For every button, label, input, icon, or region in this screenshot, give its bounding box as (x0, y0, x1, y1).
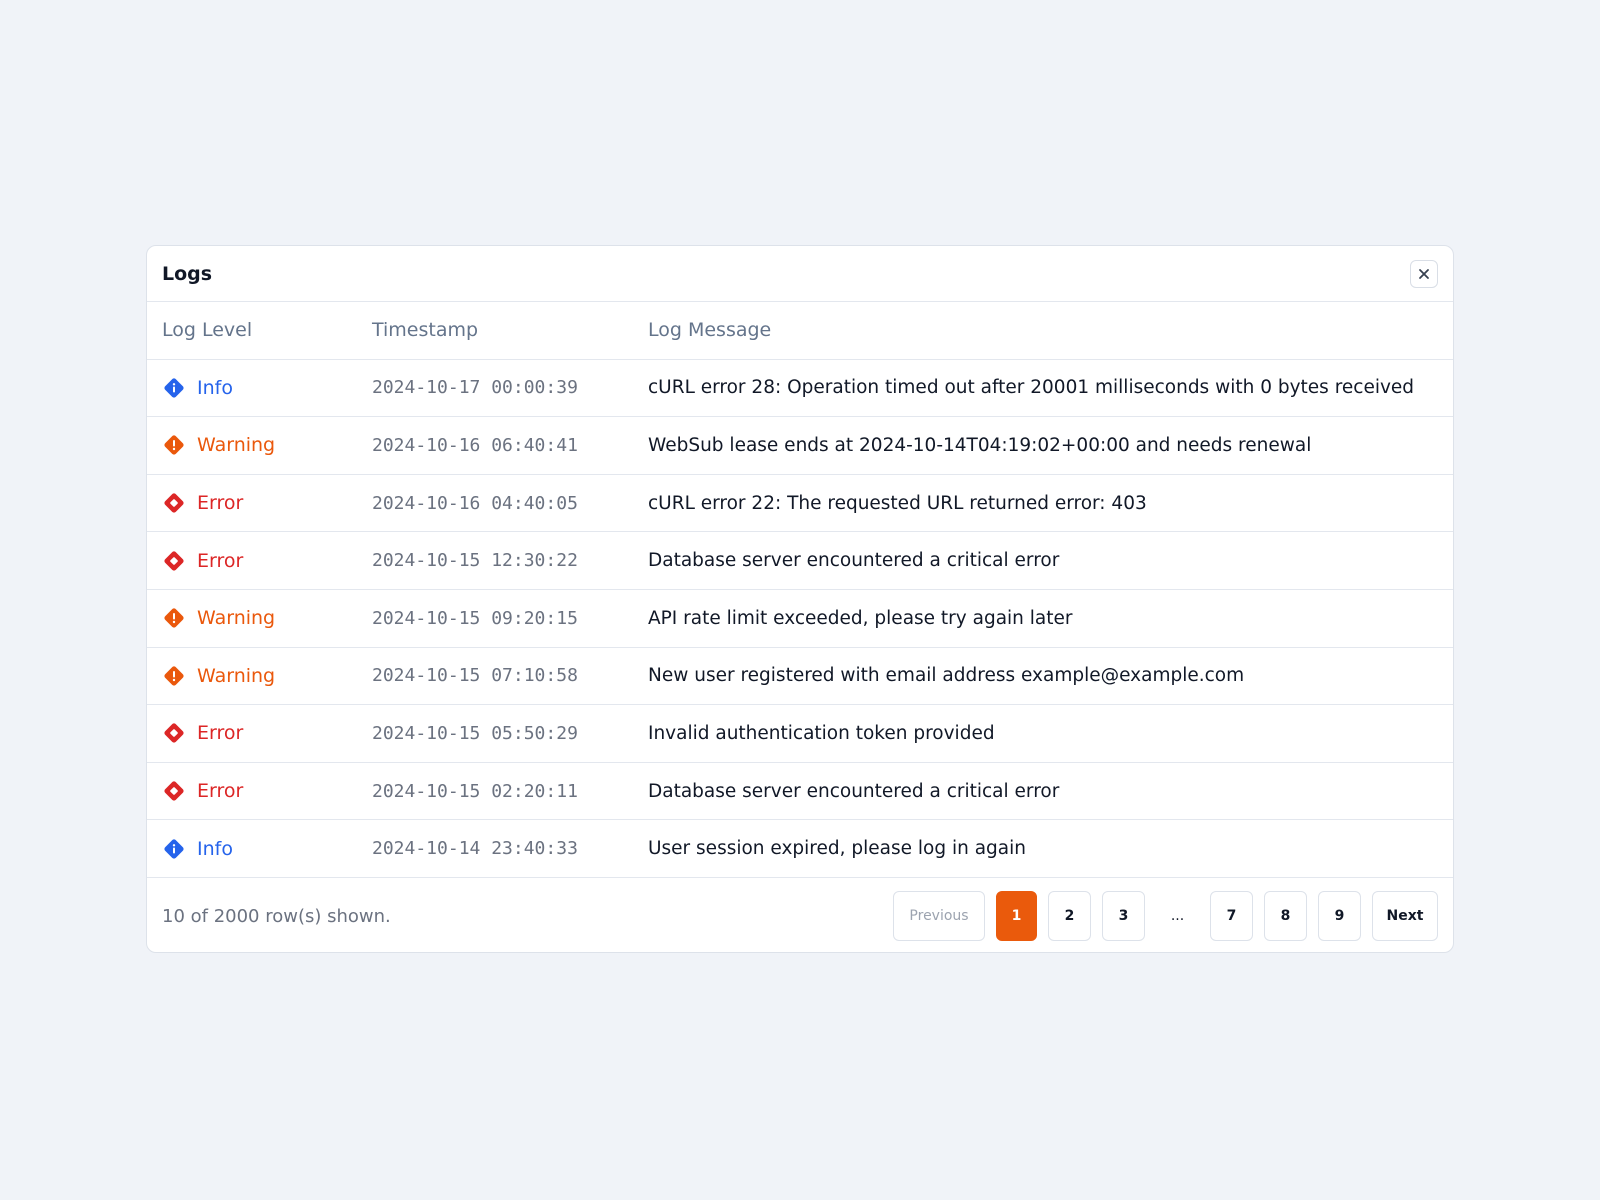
log-message-cell: cURL error 28: Operation timed out after… (648, 377, 1415, 399)
log-level-cell: Info (162, 837, 372, 861)
log-message-cell: cURL error 22: The requested URL returne… (648, 492, 1147, 514)
log-level-cell: Error (162, 779, 372, 803)
timestamp-cell: 2024-10-15 09:20:15 (372, 607, 578, 629)
table-row[interactable]: Warning 2024-10-15 07:10:58 New user regis… (147, 648, 1453, 706)
close-button[interactable] (1410, 259, 1438, 288)
page-button-1[interactable]: 1 (996, 891, 1037, 942)
log-message-cell: User session expired, please log in agai… (648, 838, 1026, 860)
log-level-cell: Warning (162, 664, 372, 688)
table-row[interactable]: Warning 2024-10-16 06:40:41 WebSub lease e… (147, 417, 1453, 475)
page-button-8[interactable]: 8 (1264, 891, 1307, 942)
table-footer: 10 of 2000 row(s) shown. Previous 1 2 3...… (147, 878, 1453, 952)
timestamp-cell: 2024-10-17 00:00:39 (372, 377, 578, 399)
warning-icon (162, 664, 186, 688)
pagination: Previous 1 2 3... 7 8 9 Next (893, 891, 1438, 942)
log-message-cell: API rate limit exceeded, please try agai… (648, 607, 1073, 629)
table-row[interactable]: Error 2024-10-15 12:30:22 Database server … (147, 532, 1453, 590)
timestamp-cell: 2024-10-16 06:40:41 (372, 434, 578, 456)
warning-icon (162, 606, 186, 630)
table-row[interactable]: Info 2024-10-14 23:40:33 User session expi… (147, 820, 1453, 878)
rows-shown-count: 10 of 2000 row(s) shown. (162, 905, 391, 927)
log-level-label: Warning (197, 664, 276, 687)
log-level-cell: Warning (162, 433, 372, 457)
log-message-cell: Invalid authentication token provided (648, 722, 995, 744)
info-icon (162, 837, 186, 861)
column-header-log-message[interactable]: Log Message (648, 319, 1453, 341)
log-message-cell: Database server encountered a critical e… (648, 550, 1060, 572)
page-button-7[interactable]: 7 (1210, 891, 1253, 942)
timestamp-cell: 2024-10-15 05:50:29 (372, 722, 578, 744)
page-button-3[interactable]: 3 (1102, 891, 1145, 942)
log-level-cell: Warning (162, 606, 372, 630)
log-level-cell: Error (162, 491, 372, 515)
table-row[interactable]: Error 2024-10-15 02:20:11 Database server … (147, 763, 1453, 821)
error-icon (162, 491, 186, 515)
log-level-label: Info (197, 837, 233, 860)
panel-header: Logs (147, 246, 1453, 302)
logs-panel: Logs Log Level Timestamp Log Message Inf… (146, 245, 1454, 953)
info-icon (162, 376, 186, 400)
log-level-label: Error (197, 549, 244, 572)
log-level-label: Info (197, 376, 233, 399)
page-button-2[interactable]: 2 (1048, 891, 1091, 942)
table-body: Info 2024-10-17 00:00:39 cURL error 28: Op… (147, 360, 1453, 878)
column-header-timestamp[interactable]: Timestamp (372, 319, 648, 341)
log-level-cell: Error (162, 549, 372, 573)
x-icon (1419, 268, 1429, 279)
log-level-label: Warning (197, 607, 276, 630)
error-icon (162, 721, 186, 745)
log-level-label: Error (197, 722, 244, 745)
error-icon (162, 779, 186, 803)
next-page-button[interactable]: Next (1372, 891, 1438, 942)
timestamp-cell: 2024-10-16 04:40:05 (372, 492, 578, 514)
log-level-cell: Info (162, 376, 372, 400)
log-message-cell: Database server encountered a critical e… (648, 780, 1060, 802)
timestamp-cell: 2024-10-15 12:30:22 (372, 550, 578, 572)
log-message-cell: WebSub lease ends at 2024-10-14T04:19:02… (648, 434, 1312, 456)
pagination-ellipsis: ... (1170, 908, 1185, 925)
table-row[interactable]: Error 2024-10-15 05:50:29 Invalid authenti… (147, 705, 1453, 763)
table-header: Log Level Timestamp Log Message (147, 302, 1453, 360)
log-level-label: Error (197, 492, 244, 515)
previous-page-button[interactable]: Previous (893, 891, 985, 942)
log-message-cell: New user registered with email address e… (648, 665, 1245, 687)
page-button-9[interactable]: 9 (1318, 891, 1361, 942)
warning-icon (162, 433, 186, 457)
log-level-label: Warning (197, 434, 276, 457)
log-level-label: Error (197, 780, 244, 803)
timestamp-cell: 2024-10-15 07:10:58 (372, 665, 578, 687)
timestamp-cell: 2024-10-14 23:40:33 (372, 838, 578, 860)
table-row[interactable]: Warning 2024-10-15 09:20:15 API rate limit… (147, 590, 1453, 648)
column-header-log-level[interactable]: Log Level (162, 319, 372, 341)
error-icon (162, 549, 186, 573)
timestamp-cell: 2024-10-15 02:20:11 (372, 780, 578, 802)
table-row[interactable]: Info 2024-10-17 00:00:39 cURL error 28: Op… (147, 360, 1453, 418)
table-row[interactable]: Error 2024-10-16 04:40:05 cURL error 22: T… (147, 475, 1453, 533)
log-level-cell: Error (162, 721, 372, 745)
panel-title: Logs (162, 262, 213, 285)
